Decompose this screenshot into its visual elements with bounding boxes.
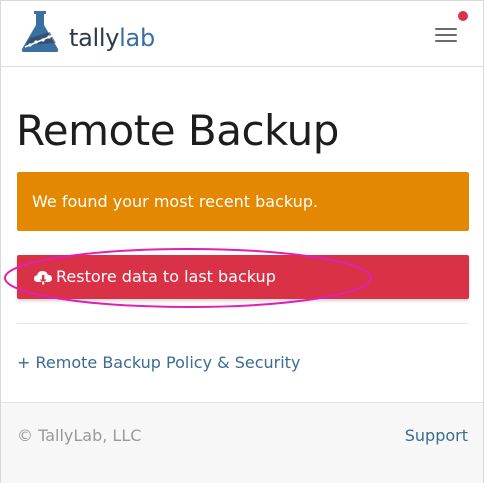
copyright-text: © TallyLab, LLC bbox=[17, 426, 142, 445]
restore-button-label: Restore data to last backup bbox=[56, 267, 276, 286]
support-link[interactable]: Support bbox=[405, 425, 468, 447]
section-divider bbox=[17, 323, 469, 324]
flask-logo-icon[interactable] bbox=[16, 7, 64, 55]
top-navbar: tallylab bbox=[1, 1, 483, 67]
brand-name-part2: lab bbox=[119, 24, 155, 52]
hamburger-bar bbox=[435, 40, 457, 42]
brand-name-part1: tally bbox=[69, 24, 120, 52]
backup-policy-link[interactable]: + Remote Backup Policy & Security bbox=[17, 352, 300, 374]
page-title: Remote Backup bbox=[16, 106, 339, 155]
cloud-download-icon bbox=[34, 271, 52, 285]
page-footer: © TallyLab, LLC Support bbox=[1, 402, 483, 483]
hamburger-menu-button[interactable] bbox=[429, 21, 465, 49]
alert-text: We found your most recent backup. bbox=[32, 192, 319, 211]
hamburger-bar bbox=[435, 34, 457, 36]
hamburger-menu-icon bbox=[435, 28, 457, 30]
backup-found-alert: We found your most recent backup. bbox=[17, 172, 469, 231]
brand-name[interactable]: tallylab bbox=[69, 23, 155, 53]
notification-dot bbox=[458, 11, 468, 21]
app-frame: tallylab Remote Backup We found your mos… bbox=[0, 0, 484, 483]
restore-backup-button[interactable]: Restore data to last backup bbox=[17, 255, 469, 299]
